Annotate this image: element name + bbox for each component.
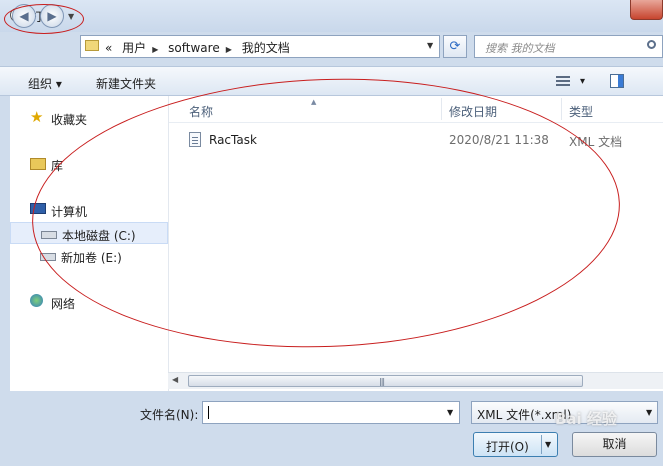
scroll-left-icon[interactable]: ◀ bbox=[172, 375, 178, 384]
filename-label: 文件名(N): bbox=[140, 408, 199, 422]
sidebar-item-label: 库 bbox=[51, 159, 64, 173]
sidebar-item-label: 计算机 bbox=[51, 205, 88, 219]
column-divider[interactable] bbox=[441, 98, 442, 120]
horizontal-scrollbar[interactable]: ◀ ||| bbox=[168, 372, 663, 389]
file-date: 2020/8/21 11:38 bbox=[449, 133, 549, 147]
breadcrumb: « 用户 ▶ software ▶ 我的文档 bbox=[105, 39, 296, 56]
drive-icon bbox=[41, 231, 57, 239]
view-options-icon[interactable] bbox=[556, 75, 570, 87]
back-button[interactable]: ◀ bbox=[12, 4, 36, 28]
sidebar-item-label: 新加卷 (E:) bbox=[61, 251, 122, 265]
new-folder-button[interactable]: 新建文件夹 bbox=[96, 75, 156, 92]
xml-file-icon bbox=[189, 132, 201, 147]
close-button[interactable] bbox=[630, 0, 663, 20]
library-icon bbox=[30, 158, 46, 170]
sidebar-item-label: 收藏夹 bbox=[51, 113, 88, 127]
title-bar: 打开 bbox=[0, 0, 663, 32]
chevron-down-icon[interactable]: ▼ bbox=[447, 408, 453, 417]
chevron-down-icon[interactable]: ▼ bbox=[545, 440, 551, 449]
computer-icon bbox=[30, 203, 46, 214]
search-input[interactable]: 搜索 我的文档 bbox=[474, 35, 663, 58]
breadcrumb-item[interactable]: 用户 bbox=[122, 41, 146, 55]
sidebar-item-label: 本地磁盘 (C:) bbox=[62, 229, 136, 243]
column-header-type[interactable]: 类型 bbox=[569, 103, 593, 120]
sidebar-item-favorites[interactable]: ★ 收藏夹 bbox=[10, 107, 168, 129]
column-header-name[interactable]: 名称 bbox=[189, 103, 213, 120]
open-button[interactable]: 打开(O) ▼ bbox=[473, 432, 558, 457]
scrollbar-thumb[interactable]: ||| bbox=[188, 375, 583, 387]
split-divider bbox=[541, 435, 542, 454]
forward-button[interactable]: ▶ bbox=[40, 4, 64, 28]
recent-pages-dropdown[interactable]: ▼ bbox=[68, 12, 74, 21]
sidebar-item-drive-c[interactable]: 本地磁盘 (C:) bbox=[10, 222, 168, 244]
sort-ascending-icon: ▲ bbox=[311, 98, 317, 106]
file-type: XML 文档 bbox=[569, 135, 623, 149]
file-name: RacTask bbox=[209, 133, 257, 147]
network-icon bbox=[30, 294, 43, 307]
drive-icon bbox=[40, 253, 56, 261]
open-button-label: 打开(O) bbox=[486, 440, 529, 454]
breadcrumb-item[interactable]: software bbox=[168, 41, 220, 55]
column-header-row: ▲ 名称 修改日期 类型 bbox=[169, 96, 663, 123]
cancel-button[interactable]: 取消 bbox=[572, 432, 657, 457]
breadcrumb-item[interactable]: 我的文档 bbox=[242, 41, 290, 55]
text-cursor bbox=[208, 406, 209, 419]
column-header-date[interactable]: 修改日期 bbox=[449, 103, 497, 120]
grip-icon: ||| bbox=[379, 377, 385, 386]
sidebar-item-libraries[interactable]: 库 bbox=[10, 153, 168, 175]
column-divider[interactable] bbox=[561, 98, 562, 120]
chevron-down-icon[interactable]: ▼ bbox=[427, 41, 433, 50]
navigation-pane: ★ 收藏夹 库 计算机 本地磁盘 (C:) 新加卷 (E:) 网络 bbox=[10, 96, 168, 391]
sidebar-item-drive-e[interactable]: 新加卷 (E:) bbox=[10, 245, 168, 267]
sidebar-item-network[interactable]: 网络 bbox=[10, 291, 168, 313]
refresh-button[interactable]: ⟳ bbox=[443, 35, 467, 58]
sidebar-item-label: 网络 bbox=[51, 297, 76, 311]
breadcrumb-separator-icon[interactable]: ▶ bbox=[152, 45, 158, 54]
file-list: ▲ 名称 修改日期 类型 RacTask 2020/8/21 11:38 XML… bbox=[168, 96, 663, 391]
view-dropdown[interactable]: ▾ bbox=[580, 76, 585, 87]
folder-icon bbox=[85, 40, 99, 51]
breadcrumb-overflow[interactable]: « bbox=[105, 41, 112, 55]
organize-menu[interactable]: 组织 ▾ bbox=[28, 75, 62, 92]
filename-input[interactable]: ▼ bbox=[202, 401, 460, 424]
sidebar-item-computer[interactable]: 计算机 bbox=[10, 199, 168, 221]
breadcrumb-separator-icon[interactable]: ▶ bbox=[226, 45, 232, 54]
file-row[interactable]: RacTask 2020/8/21 11:38 XML 文档 bbox=[181, 130, 651, 150]
command-bar: 组织 ▾ 新建文件夹 ▾ bbox=[0, 66, 663, 96]
refresh-icon: ⟳ bbox=[449, 39, 461, 54]
star-icon: ★ bbox=[30, 108, 44, 126]
preview-pane-icon[interactable] bbox=[610, 74, 624, 88]
search-icon bbox=[647, 40, 656, 49]
address-bar[interactable]: « 用户 ▶ software ▶ 我的文档 ▼ bbox=[80, 35, 440, 58]
chevron-down-icon[interactable]: ▼ bbox=[646, 408, 652, 417]
search-placeholder: 搜索 我的文档 bbox=[485, 42, 555, 55]
watermark-logo: Bai 经验 bbox=[555, 410, 617, 428]
